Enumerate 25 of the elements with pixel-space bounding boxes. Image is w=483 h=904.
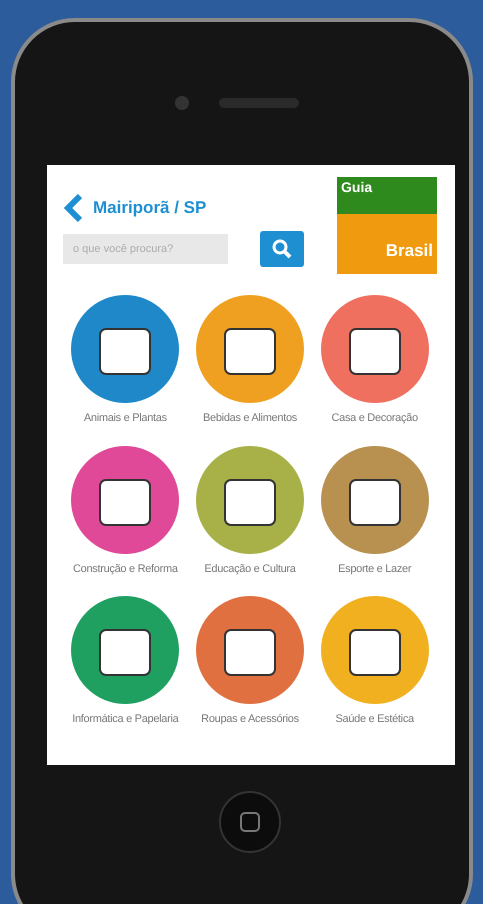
category-label[interactable]: Esporte e Lazer bbox=[338, 560, 412, 577]
search-button[interactable] bbox=[260, 231, 304, 267]
camera-icon bbox=[175, 96, 189, 110]
search-field[interactable]: o que você procura? bbox=[63, 234, 228, 264]
category-label[interactable]: Animais e Plantas bbox=[84, 410, 167, 426]
category-icon[interactable] bbox=[70, 444, 180, 554]
search-icon bbox=[271, 238, 293, 260]
category-label[interactable]: Bebidas e Alimentos bbox=[203, 410, 297, 426]
category-icon[interactable] bbox=[70, 294, 180, 404]
category-icon[interactable] bbox=[320, 444, 430, 554]
category-icon[interactable] bbox=[320, 294, 430, 404]
category-icon[interactable] bbox=[194, 595, 305, 705]
guide-logo: Guia Brasil bbox=[337, 177, 437, 274]
category-label[interactable]: Construção e Reforma bbox=[72, 560, 178, 577]
category-label[interactable]: Informática e Papelaria bbox=[72, 711, 178, 728]
category-icon[interactable] bbox=[194, 294, 305, 404]
category-label[interactable]: Casa e Decoração bbox=[332, 410, 418, 426]
category-label[interactable]: Saúde e Estética bbox=[335, 711, 414, 728]
location-title: Mairiporã / SP bbox=[93, 197, 206, 220]
category-icon[interactable] bbox=[70, 595, 180, 705]
category-label[interactable]: Educação e Cultura bbox=[204, 560, 296, 577]
back-icon[interactable] bbox=[63, 193, 85, 223]
category-icon[interactable] bbox=[320, 595, 430, 705]
category-icon[interactable] bbox=[194, 444, 305, 554]
category-label[interactable]: Roupas e Acessórios bbox=[201, 711, 299, 728]
